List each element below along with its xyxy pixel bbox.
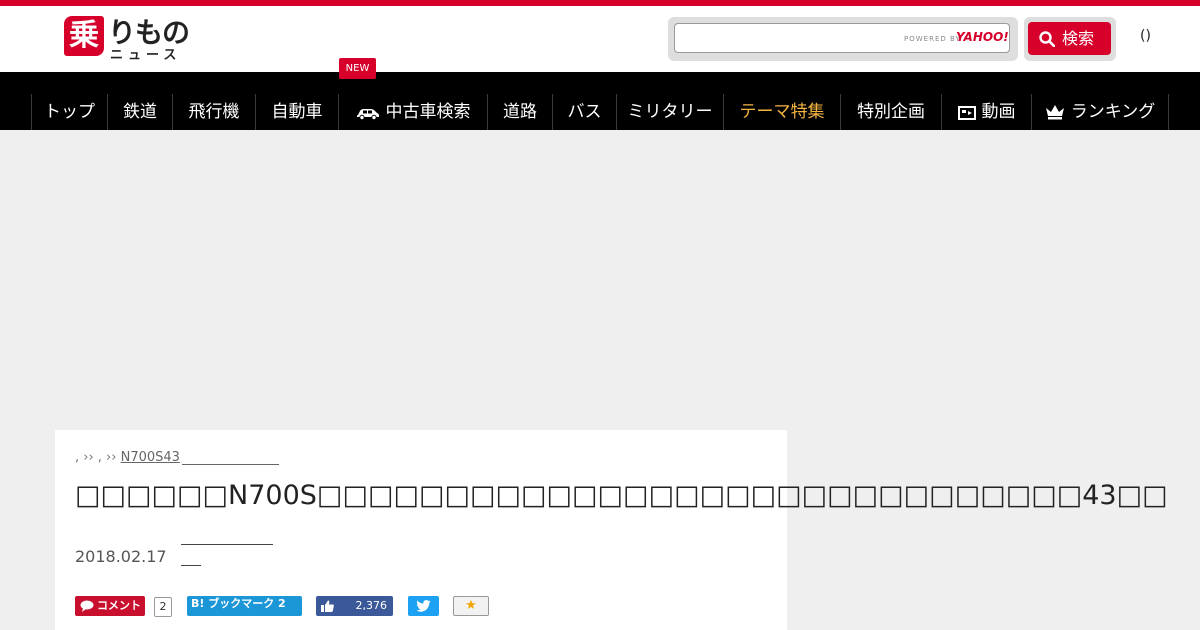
nav-item-label: 特別企画 <box>857 102 925 122</box>
nav-item-label: バス <box>567 102 602 122</box>
nav-item-label: 道路 <box>503 102 537 122</box>
nav-item-label: 自動車 <box>271 102 323 122</box>
author-underline <box>181 544 273 545</box>
article-title: □□□□□□N700S□□□□□□□□□□□□□□□□□□□□□□□□□□□□□… <box>75 480 1168 511</box>
yahoo-logo: YAHOO! <box>956 30 1009 44</box>
powered-by-label: POWERED BY <box>904 35 961 43</box>
main-nav: トップ 鉄道 飛行機 自動車 中古車検索 道路 バス ミリタリー テーマ特集 特… <box>0 72 1200 130</box>
nav-item-top[interactable]: トップ <box>31 94 107 130</box>
search-icon <box>1039 31 1055 47</box>
comment-button[interactable]: コメント <box>75 596 145 616</box>
search-button[interactable]: 検索 <box>1028 22 1111 55</box>
facebook-like-button[interactable]: 2,376 <box>316 596 393 616</box>
breadcrumb-prefix: , ›› , ›› <box>75 450 121 465</box>
breadcrumb-underline <box>182 464 279 465</box>
nav-item-theme-feature[interactable]: テーマ特集 <box>723 94 840 130</box>
car-icon <box>356 109 379 121</box>
nav-item-road[interactable]: 道路 <box>487 94 552 130</box>
comment-count: 2 <box>154 597 172 617</box>
nav-item-label: ミリタリー <box>627 102 713 122</box>
nav-item-label: テーマ特集 <box>739 102 825 122</box>
author-underline-short <box>181 565 201 566</box>
header-parenthetical[interactable]: () <box>1140 28 1151 44</box>
twitter-share-button[interactable] <box>408 596 439 616</box>
hatena-bookmark-button[interactable]: B! ブックマーク 2 <box>187 596 302 616</box>
nav-item-rail[interactable]: 鉄道 <box>107 94 172 130</box>
nav-item-label: 鉄道 <box>123 102 157 122</box>
new-badge: NEW <box>339 58 376 79</box>
nav-item-airplane[interactable]: 飛行機 <box>172 94 255 130</box>
logo-subtext: ニュース <box>110 48 182 63</box>
site-logo[interactable]: 乗 りもの ニュース <box>64 14 194 63</box>
star-icon: ★ <box>465 598 477 613</box>
nav-item-car[interactable]: 自動車 <box>255 94 338 130</box>
nav-item-label: トップ <box>44 102 95 122</box>
nav-item-special[interactable]: 特別企画 <box>840 94 941 130</box>
breadcrumb: , ›› , ›› N700S43 <box>75 450 180 465</box>
hatena-bookmark-label: B! ブックマーク 2 <box>191 597 286 610</box>
article-date: 2018.02.17 <box>75 547 167 566</box>
nav-item-bus[interactable]: バス <box>552 94 616 130</box>
favorite-button[interactable]: ★ <box>453 596 489 616</box>
nav-item-label: 動画 <box>981 102 1016 122</box>
nav-item-used-car-search[interactable]: 中古車検索 <box>338 94 487 130</box>
nav-item-label: ランキング <box>1070 102 1156 122</box>
breadcrumb-link[interactable]: N700S43 <box>121 450 180 465</box>
nav-item-ranking[interactable]: ランキング <box>1031 94 1169 130</box>
nav-item-military[interactable]: ミリタリー <box>616 94 723 130</box>
nav-item-label: 中古車検索 <box>385 102 471 122</box>
search-button-label: 検索 <box>1062 29 1095 48</box>
video-icon <box>957 106 976 120</box>
twitter-bird-icon <box>416 600 431 612</box>
like-count: 2,376 <box>355 599 388 612</box>
nav-item-label: 飛行機 <box>188 102 240 122</box>
speech-bubble-icon <box>80 600 94 612</box>
crown-icon <box>1045 105 1064 120</box>
nav-item-video[interactable]: 動画 <box>941 94 1031 130</box>
logo-mark: 乗 <box>64 16 104 56</box>
comment-label: コメント <box>97 599 141 612</box>
thumbs-up-icon <box>321 600 334 612</box>
